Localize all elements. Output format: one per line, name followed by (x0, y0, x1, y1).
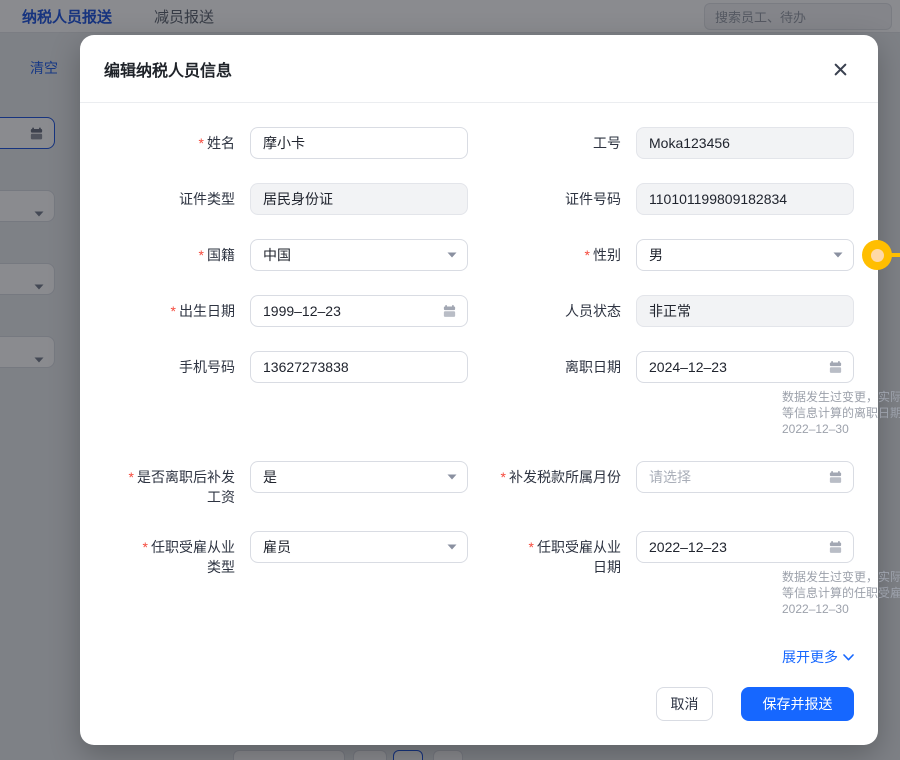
field-label: 国籍 (207, 247, 235, 263)
field-mobile: 手机号码 13627273838 (104, 351, 468, 437)
field-label: 出生日期 (179, 303, 235, 319)
field-label: 补发税款所属月份 (509, 469, 621, 485)
field-label: 人员状态 (565, 303, 621, 319)
calendar-icon (828, 540, 843, 555)
chevron-down-icon (843, 653, 854, 660)
field-gender: * 性别 男 (490, 239, 854, 271)
close-button[interactable] (832, 61, 848, 77)
leave-date-helper-text: 数据发生过变更，实际系统依据员工合同 等信息计算的离职日期应为： 2022–12… (782, 390, 900, 436)
chevron-down-icon (447, 252, 457, 258)
chevron-down-icon (833, 252, 843, 258)
leave-date-picker[interactable]: 2024–12–23 (636, 351, 854, 383)
expand-more-link[interactable]: 展开更多 (782, 647, 854, 667)
field-label: 手机号码 (179, 359, 235, 375)
calendar-icon (828, 470, 843, 485)
dialog-header: 编辑纳税人员信息 (80, 35, 878, 103)
cancel-button[interactable]: 取消 (656, 687, 713, 721)
employment-date-picker[interactable]: 2022–12–23 (636, 531, 854, 563)
dialog-title: 编辑纳税人员信息 (104, 62, 233, 80)
required-marker: * (170, 303, 176, 319)
birth-date-picker[interactable]: 1999–12–23 (250, 295, 468, 327)
dialog-footer: 取消 保存并报送 (80, 667, 878, 745)
back-pay-select[interactable]: 是 (250, 461, 468, 493)
required-marker: * (198, 247, 204, 263)
field-employee-id: 工号 Moka123456 (490, 127, 854, 159)
required-marker: * (128, 469, 134, 485)
gender-select[interactable]: 男 (636, 239, 854, 271)
field-label: 证件类型 (179, 191, 235, 207)
save-and-submit-button[interactable]: 保存并报送 (741, 687, 854, 721)
field-person-status: 人员状态 非正常 (490, 295, 854, 327)
name-input[interactable]: 摩小卡 (250, 127, 468, 159)
required-marker: * (198, 135, 204, 151)
required-marker: * (528, 539, 534, 555)
required-marker: * (500, 469, 506, 485)
field-id-type: 证件类型 居民身份证 (104, 183, 468, 215)
calendar-icon (442, 304, 457, 319)
back-pay-month-picker[interactable]: 请选择 (636, 461, 854, 493)
employee-id-input: Moka123456 (636, 127, 854, 159)
field-label: 姓名 (207, 135, 235, 151)
field-label: 任职受雇从业 类型 (151, 539, 235, 575)
id-number-input: 110101199809182834 (636, 183, 854, 215)
field-employment-date: *任职受雇从业 日期 2022–12–23 数据发生过变更，实际系统依据员工合同… (490, 531, 900, 617)
field-id-number: 证件号码 110101199809182834 (490, 183, 854, 215)
employment-type-select[interactable]: 雇员 (250, 531, 468, 563)
field-label: 工号 (593, 135, 621, 151)
annotation-marker-dot (862, 240, 892, 270)
field-back-pay-month: * 补发税款所属月份 请选择 (490, 461, 854, 507)
close-icon (834, 63, 846, 75)
field-employment-type: * 任职受雇从业 类型 雇员 (104, 531, 468, 617)
field-birth-date: * 出生日期 1999–12–23 (104, 295, 468, 327)
field-label: 任职受雇从业 日期 (537, 539, 621, 575)
employment-date-helper-text: 数据发生过变更，实际系统依据员工合同 等信息计算的任职受雇从业日期应为： 202… (782, 570, 900, 616)
edit-taxpayer-dialog: 编辑纳税人员信息 * 姓名 摩小卡 工号 Moka123456 证件类型 居民身份… (80, 35, 900, 745)
nationality-select[interactable]: 中国 (250, 239, 468, 271)
id-type-input: 居民身份证 (250, 183, 468, 215)
person-status-input: 非正常 (636, 295, 854, 327)
field-label: 证件号码 (565, 191, 621, 207)
dialog-form: * 姓名 摩小卡 工号 Moka123456 证件类型 居民身份证 证件号码 11… (80, 103, 900, 617)
field-label: 是否离职后补发 工资 (137, 469, 235, 505)
mobile-input[interactable]: 13627273838 (250, 351, 468, 383)
required-marker: * (142, 539, 148, 555)
field-leave-date: 离职日期 2024–12–23 数据发生过变更，实际系统依据员工合同 等信息计算… (490, 351, 900, 437)
field-back-pay: * 是否离职后补发 工资 是 (104, 461, 468, 507)
chevron-down-icon (447, 474, 457, 480)
calendar-icon (828, 360, 843, 375)
required-marker: * (584, 247, 590, 263)
field-name: * 姓名 摩小卡 (104, 127, 468, 159)
chevron-down-icon (447, 544, 457, 550)
field-nationality: * 国籍 中国 (104, 239, 468, 271)
field-label: 性别 (593, 247, 621, 263)
field-label: 离职日期 (565, 359, 621, 375)
